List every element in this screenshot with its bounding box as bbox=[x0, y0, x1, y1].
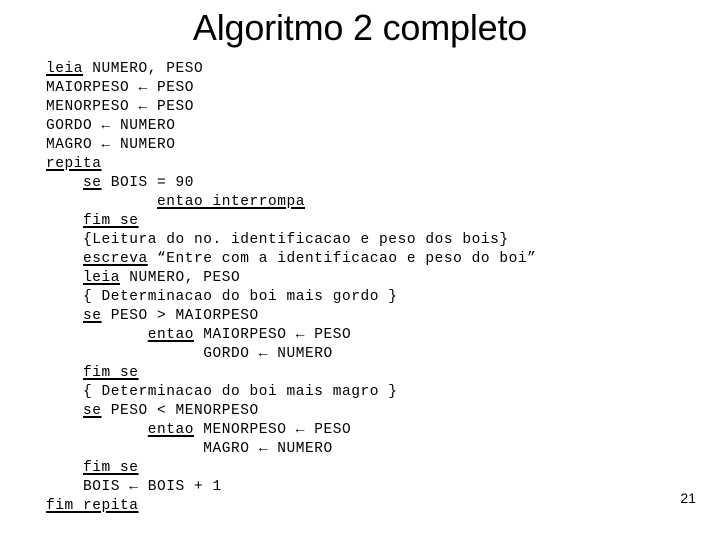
code-text: “Entre com a identificacao e peso do boi… bbox=[147, 251, 537, 267]
code-keyword: fim se bbox=[83, 365, 139, 381]
code-line: leia NUMERO, PESO bbox=[46, 269, 686, 288]
code-text: MAIORPESO ← PESO bbox=[46, 80, 195, 96]
code-line: entao MAIORPESO ← PESO bbox=[46, 326, 686, 345]
code-text: PESO > MAIORPESO bbox=[101, 308, 259, 324]
code-line: escreva “Entre com a identificacao e pes… bbox=[46, 250, 686, 269]
page-number: 21 bbox=[680, 490, 696, 506]
code-keyword: se bbox=[83, 175, 102, 191]
code-text: { Determinacao do boi mais magro } bbox=[83, 384, 398, 400]
code-text: BOIS ← BOIS + 1 bbox=[83, 479, 222, 495]
code-keyword: entao bbox=[147, 327, 195, 343]
code-text: MENORPESO ← PESO bbox=[46, 99, 195, 115]
code-keyword: se bbox=[83, 403, 102, 419]
code-line: se PESO > MAIORPESO bbox=[46, 307, 686, 326]
algorithm-code-block: leia NUMERO, PESO MAIORPESO ← PESO MENORPE… bbox=[46, 60, 686, 516]
code-text: {Leitura do no. identificacao e peso dos… bbox=[83, 232, 509, 248]
code-keyword: fim se bbox=[83, 213, 139, 229]
code-line: {Leitura do no. identificacao e peso dos… bbox=[46, 231, 686, 250]
code-line: entao interrompa bbox=[46, 193, 686, 212]
code-line: GORDO ← NUMERO bbox=[46, 117, 686, 136]
code-keyword: repita bbox=[46, 156, 102, 172]
code-text: BOIS = 90 bbox=[101, 175, 195, 191]
code-text: NUMERO, PESO bbox=[83, 61, 204, 77]
code-text: MENORPESO ← PESO bbox=[194, 422, 352, 438]
code-line: se PESO < MENORPESO bbox=[46, 402, 686, 421]
code-line: MENORPESO ← PESO bbox=[46, 98, 686, 117]
code-line: repita bbox=[46, 155, 686, 174]
code-line: MAGRO ← NUMERO bbox=[46, 136, 686, 155]
code-line: MAGRO ← NUMERO bbox=[46, 440, 686, 459]
code-text: GORDO ← NUMERO bbox=[203, 346, 333, 362]
code-text: MAGRO ← NUMERO bbox=[46, 137, 176, 153]
code-keyword: fim se bbox=[83, 460, 139, 476]
slide: Algoritmo 2 completo leia NUMERO, PESO MA… bbox=[0, 0, 720, 540]
code-text: MAGRO ← NUMERO bbox=[203, 441, 333, 457]
code-line: fim repita bbox=[46, 497, 686, 516]
code-line: fim se bbox=[46, 364, 686, 383]
page-title: Algoritmo 2 completo bbox=[192, 7, 528, 48]
code-keyword: fim repita bbox=[46, 498, 139, 514]
code-line: se BOIS = 90 bbox=[46, 174, 686, 193]
code-line: { Determinacao do boi mais gordo } bbox=[46, 288, 686, 307]
code-keyword: entao bbox=[147, 422, 195, 438]
code-text: GORDO ← NUMERO bbox=[46, 118, 176, 134]
code-line: entao MENORPESO ← PESO bbox=[46, 421, 686, 440]
code-keyword: escreva bbox=[83, 251, 148, 267]
code-line: BOIS ← BOIS + 1 bbox=[46, 478, 686, 497]
code-line: MAIORPESO ← PESO bbox=[46, 79, 686, 98]
code-text: NUMERO, PESO bbox=[120, 270, 241, 286]
code-text: { Determinacao do boi mais gordo } bbox=[83, 289, 398, 305]
code-keyword: leia bbox=[83, 270, 121, 286]
code-line: { Determinacao do boi mais magro } bbox=[46, 383, 686, 402]
code-line: fim se bbox=[46, 212, 686, 231]
code-text: PESO < MENORPESO bbox=[101, 403, 259, 419]
code-line: leia NUMERO, PESO bbox=[46, 60, 686, 79]
code-text: MAIORPESO ← PESO bbox=[194, 327, 352, 343]
code-keyword: leia bbox=[46, 61, 84, 77]
code-line: GORDO ← NUMERO bbox=[46, 345, 686, 364]
code-line: fim se bbox=[46, 459, 686, 478]
code-keyword: entao interrompa bbox=[157, 194, 306, 210]
code-keyword: se bbox=[83, 308, 102, 324]
